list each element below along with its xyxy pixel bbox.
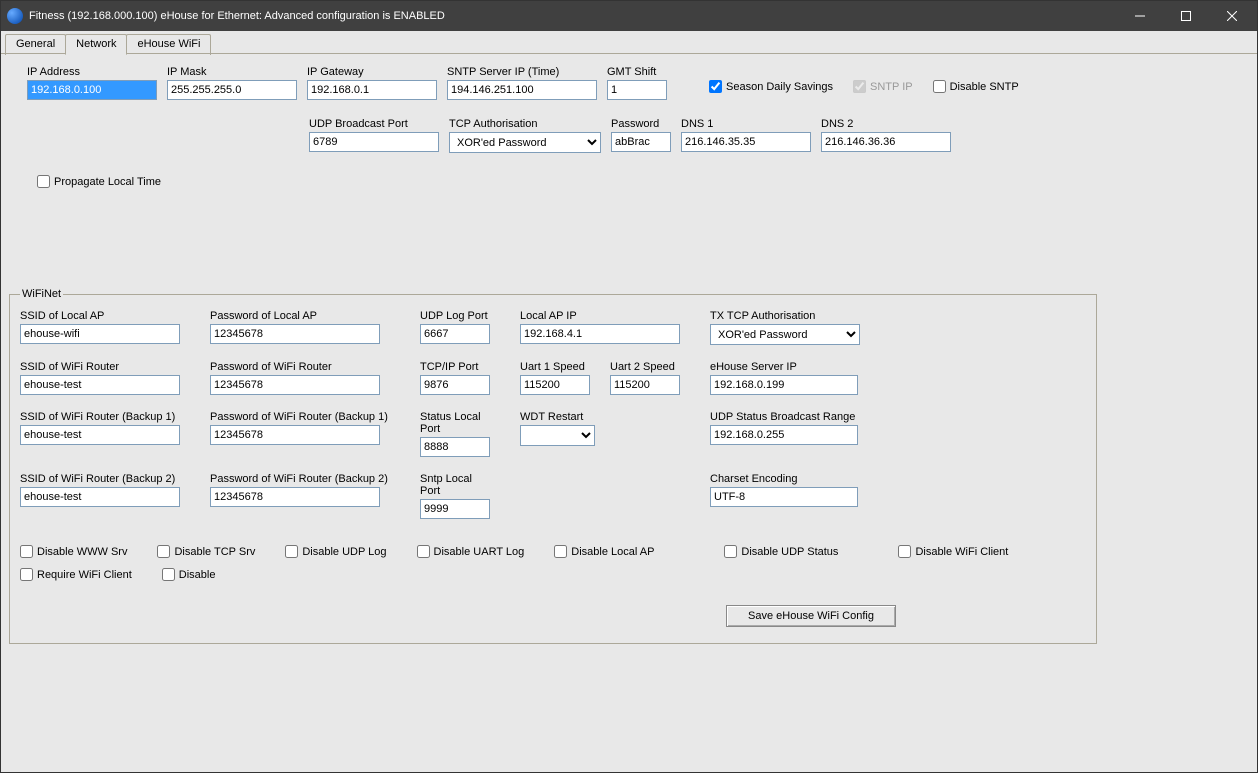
disable-udp-log-checkbox[interactable] <box>285 545 298 558</box>
ip-address-input[interactable] <box>27 80 157 100</box>
ip-mask-label: IP Mask <box>167 66 297 78</box>
window-title: Fitness (192.168.000.100) eHouse for Eth… <box>29 10 1117 22</box>
ssid-backup2-label: SSID of WiFi Router (Backup 2) <box>20 473 180 485</box>
tcp-auth-label: TCP Authorisation <box>449 118 601 130</box>
disable-www-label: Disable WWW Srv <box>37 546 127 558</box>
pwd-backup2-input[interactable] <box>210 487 380 507</box>
udp-log-port-label: UDP Log Port <box>420 310 490 322</box>
require-wifi-client-checkbox[interactable] <box>20 568 33 581</box>
server-ip-input[interactable] <box>710 375 858 395</box>
sntp-ip-label: SNTP IP <box>870 81 913 93</box>
season-daily-savings-label: Season Daily Savings <box>726 81 833 93</box>
tx-tcp-auth-select[interactable]: XOR'ed Password <box>710 324 860 345</box>
wdt-restart-label: WDT Restart <box>520 411 680 423</box>
dns2-label: DNS 2 <box>821 118 951 130</box>
ssid-backup2-input[interactable] <box>20 487 180 507</box>
uart2-label: Uart 2 Speed <box>610 361 680 373</box>
pwd-backup1-label: Password of WiFi Router (Backup 1) <box>210 411 390 423</box>
disable-local-ap-label: Disable Local AP <box>571 546 654 558</box>
ip-gateway-input[interactable] <box>307 80 437 100</box>
ip-gateway-label: IP Gateway <box>307 66 437 78</box>
season-daily-savings-checkbox[interactable] <box>709 80 722 93</box>
tab-network[interactable]: Network <box>65 34 127 55</box>
local-ap-ip-label: Local AP IP <box>520 310 680 322</box>
disable-uart-log-label: Disable UART Log <box>434 546 525 558</box>
ssid-backup1-input[interactable] <box>20 425 180 445</box>
pwd-backup1-input[interactable] <box>210 425 380 445</box>
status-local-port-label: Status Local Port <box>420 411 490 435</box>
sntp-server-input[interactable] <box>447 80 597 100</box>
uart1-input[interactable] <box>520 375 590 395</box>
udp-broadcast-port-label: UDP Broadcast Port <box>309 118 439 130</box>
disable-tcp-checkbox[interactable] <box>157 545 170 558</box>
disable-tcp-label: Disable TCP Srv <box>174 546 255 558</box>
dns1-input[interactable] <box>681 132 811 152</box>
dns1-label: DNS 1 <box>681 118 811 130</box>
app-icon <box>7 8 23 24</box>
disable-label: Disable <box>179 569 216 581</box>
tab-general[interactable]: General <box>5 34 66 55</box>
udp-broadcast-port-input[interactable] <box>309 132 439 152</box>
disable-wifi-client-checkbox[interactable] <box>898 545 911 558</box>
uart1-label: Uart 1 Speed <box>520 361 590 373</box>
ssid-local-ap-input[interactable] <box>20 324 180 344</box>
save-wifi-config-button[interactable]: Save eHouse WiFi Config <box>726 605 896 627</box>
status-local-port-input[interactable] <box>420 437 490 457</box>
ssid-router-label: SSID of WiFi Router <box>20 361 180 373</box>
charset-label: Charset Encoding <box>710 473 870 485</box>
udp-status-range-label: UDP Status Broadcast Range <box>710 411 870 423</box>
charset-input[interactable] <box>710 487 858 507</box>
tcpip-port-input[interactable] <box>420 375 490 395</box>
propagate-local-time-checkbox[interactable] <box>37 175 50 188</box>
pwd-local-ap-input[interactable] <box>210 324 380 344</box>
ssid-local-ap-label: SSID of Local AP <box>20 310 180 322</box>
server-ip-label: eHouse Server IP <box>710 361 870 373</box>
sntp-local-port-input[interactable] <box>420 499 490 519</box>
tcpip-port-label: TCP/IP Port <box>420 361 490 373</box>
tcp-auth-select[interactable]: XOR'ed Password <box>449 132 601 153</box>
require-wifi-client-label: Require WiFi Client <box>37 569 132 581</box>
disable-checkbox[interactable] <box>162 568 175 581</box>
local-ap-ip-input[interactable] <box>520 324 680 344</box>
udp-status-range-input[interactable] <box>710 425 858 445</box>
disable-sntp-checkbox[interactable] <box>933 80 946 93</box>
disable-www-checkbox[interactable] <box>20 545 33 558</box>
disable-sntp-label: Disable SNTP <box>950 81 1019 93</box>
maximize-button[interactable] <box>1163 1 1209 31</box>
password-input[interactable] <box>611 132 671 152</box>
pwd-router-label: Password of WiFi Router <box>210 361 390 373</box>
close-button[interactable] <box>1209 1 1255 31</box>
disable-udp-log-label: Disable UDP Log <box>302 546 386 558</box>
ip-address-label: IP Address <box>27 66 157 78</box>
udp-log-port-input[interactable] <box>420 324 490 344</box>
gmt-shift-input[interactable] <box>607 80 667 100</box>
minimize-button[interactable] <box>1117 1 1163 31</box>
wdt-restart-select[interactable] <box>520 425 595 446</box>
dns2-input[interactable] <box>821 132 951 152</box>
disable-uart-log-checkbox[interactable] <box>417 545 430 558</box>
pwd-router-input[interactable] <box>210 375 380 395</box>
gmt-shift-label: GMT Shift <box>607 66 667 78</box>
pwd-backup2-label: Password of WiFi Router (Backup 2) <box>210 473 390 485</box>
password-label: Password <box>611 118 671 130</box>
disable-udp-status-checkbox[interactable] <box>724 545 737 558</box>
ssid-router-input[interactable] <box>20 375 180 395</box>
sntp-server-label: SNTP Server IP (Time) <box>447 66 597 78</box>
uart2-input[interactable] <box>610 375 680 395</box>
ip-mask-input[interactable] <box>167 80 297 100</box>
disable-local-ap-checkbox[interactable] <box>554 545 567 558</box>
propagate-local-time-label: Propagate Local Time <box>54 176 161 188</box>
ssid-backup1-label: SSID of WiFi Router (Backup 1) <box>20 411 180 423</box>
sntp-local-port-label: Sntp Local Port <box>420 473 490 497</box>
sntp-ip-checkbox <box>853 80 866 93</box>
tx-tcp-auth-label: TX TCP Authorisation <box>710 310 870 322</box>
tab-ehouse-wifi[interactable]: eHouse WiFi <box>126 34 211 55</box>
wifinet-legend: WiFiNet <box>20 288 63 300</box>
disable-wifi-client-label: Disable WiFi Client <box>915 546 1008 558</box>
disable-udp-status-label: Disable UDP Status <box>741 546 838 558</box>
pwd-local-ap-label: Password of Local AP <box>210 310 390 322</box>
